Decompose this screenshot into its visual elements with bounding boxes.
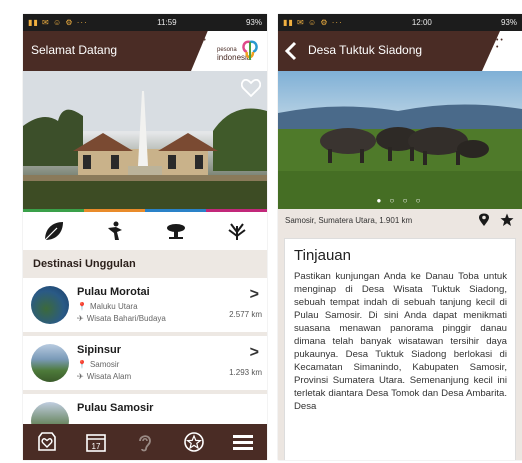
destination-distance: 1.293 km — [229, 368, 262, 377]
carousel-dots[interactable]: ● ○ ○ ○ — [278, 196, 522, 205]
page-title: Selamat Datang — [31, 43, 118, 57]
destination-category-row: ✈ Wisata Bahari/Budaya — [77, 314, 166, 323]
page-title: Desa Tuktuk Siadong — [308, 43, 423, 57]
destination-photo[interactable]: ● ○ ○ ○ — [278, 71, 522, 209]
menu-icon[interactable] — [218, 424, 267, 460]
destination-category: Wisata Bahari/Budaya — [86, 314, 166, 323]
notification-icons: ▮▮ ✉ ☺ ⚙ ··· — [28, 18, 88, 27]
destination-thumbnail — [31, 286, 69, 324]
category-culinary-icon[interactable] — [145, 212, 206, 250]
destination-name: Pulau Samosir — [77, 402, 154, 414]
destination-name: Pulau Morotai — [77, 286, 150, 298]
status-bar: ▮▮ ✉ ☺ ⚙ ··· 12:00 93% — [278, 14, 522, 31]
calendar-icon[interactable]: 17 — [72, 424, 121, 460]
destination-region: Maluku Utara — [89, 302, 138, 311]
bottom-navigation: 17 — [23, 424, 267, 460]
destination-category-row: ✈ Wisata Alam — [77, 372, 131, 381]
favorite-heart-icon[interactable] — [241, 79, 261, 97]
chevron-right-icon[interactable]: > — [250, 344, 259, 362]
location-text: Samosir, Sumatera Utara, 1.901 km — [285, 216, 413, 225]
detail-screen: ▮▮ ✉ ☺ ⚙ ··· 12:00 93% Desa Tuktuk Siado… — [278, 14, 522, 460]
chevron-right-icon[interactable]: > — [250, 286, 259, 304]
destination-category: Wisata Alam — [86, 372, 132, 381]
app-bar: Selamat Datang • • • pesona indonesia — [23, 31, 267, 71]
category-nature-icon[interactable] — [23, 212, 84, 250]
pesona-indonesia-logo: • • • pesona indonesia — [191, 31, 267, 71]
logo-dots-icon: • • • — [199, 37, 206, 51]
status-battery: 93% — [500, 18, 517, 27]
destination-region: Samosir — [89, 360, 120, 369]
ear-icon[interactable] — [121, 424, 170, 460]
status-battery: 93% — [245, 18, 262, 27]
app-bar: Desa Tuktuk Siadong • • • — [278, 31, 522, 71]
category-icon: ✈ — [77, 372, 84, 381]
destination-item[interactable]: Sipinsur 📍 Samosir ✈ Wisata Alam > 1.293… — [23, 336, 267, 394]
category-icon: ✈ — [77, 314, 84, 323]
logo-dots-icon: • • • — [496, 37, 503, 51]
category-tabs — [23, 212, 267, 250]
destination-thumbnail — [31, 344, 69, 382]
destination-item[interactable]: Pulau Morotai 📍 Maluku Utara ✈ Wisata Ba… — [23, 278, 267, 336]
location-bar: Samosir, Sumatera Utara, 1.901 km — [278, 209, 522, 233]
home-screen: ▮▮ ✉ ☺ ⚙ ··· 11:59 93% Selamat Datang • … — [23, 14, 267, 460]
overview-text: Pastikan kunjungan Anda ke Danau Toba un… — [294, 271, 507, 412]
location-pin-icon: 📍 — [77, 302, 87, 311]
favorites-icon[interactable] — [23, 424, 72, 460]
notification-icons: ▮▮ ✉ ☺ ⚙ ··· — [283, 18, 343, 27]
destination-region-row: 📍 Samosir — [77, 360, 119, 369]
destination-region-row: 📍 Maluku Utara — [77, 302, 138, 311]
section-title: Destinasi Unggulan — [23, 250, 267, 278]
status-time: 11:59 — [157, 18, 177, 27]
bookmark-star-icon[interactable] — [500, 213, 514, 227]
overview-card: Tinjauan Pastikan kunjungan Anda ke Dana… — [284, 238, 516, 460]
back-arrow-icon[interactable] — [284, 40, 298, 62]
logo-badge: • • • — [482, 31, 522, 71]
overview-title: Tinjauan — [294, 247, 351, 264]
category-marine-icon[interactable] — [206, 212, 267, 250]
location-pin-icon: 📍 — [77, 360, 87, 369]
calendar-day: 17 — [92, 442, 101, 451]
status-time: 12:00 — [411, 18, 432, 27]
map-pin-icon[interactable] — [478, 213, 490, 227]
destination-distance: 2.577 km — [229, 310, 262, 319]
destination-name: Sipinsur — [77, 344, 122, 356]
logo-flower-icon — [242, 40, 258, 60]
star-icon[interactable] — [169, 424, 218, 460]
featured-hero-image[interactable] — [23, 71, 267, 209]
category-culture-icon[interactable] — [84, 212, 145, 250]
status-bar: ▮▮ ✉ ☺ ⚙ ··· 11:59 93% — [23, 14, 267, 31]
